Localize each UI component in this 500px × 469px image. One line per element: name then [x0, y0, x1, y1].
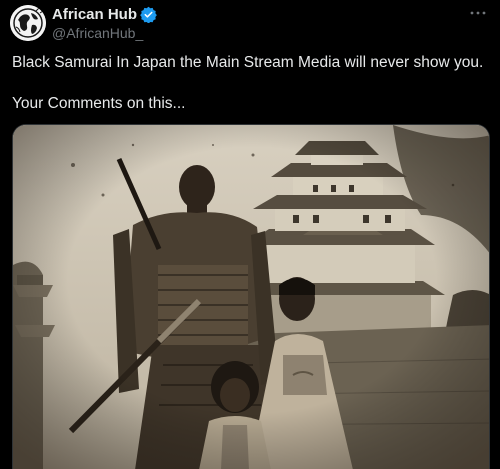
globe-avatar-icon	[10, 5, 46, 41]
tweet-photo[interactable]	[12, 124, 490, 469]
verified-badge-icon	[140, 6, 157, 23]
tweet-text-line-2: Your Comments on this...	[12, 95, 186, 112]
tweet-text: Black Samurai In Japan the Main Stream M…	[12, 52, 490, 114]
account-names: African Hub @AfricanHub_	[52, 4, 157, 41]
sepia-photo-illustration	[13, 125, 489, 469]
more-options-icon[interactable]	[468, 6, 488, 20]
tweet-card: African Hub @AfricanHub_ Black Samurai I…	[0, 0, 500, 469]
display-name-row: African Hub	[52, 4, 157, 24]
avatar[interactable]	[10, 5, 46, 41]
account-handle[interactable]: @AfricanHub_	[52, 25, 157, 41]
display-name[interactable]: African Hub	[52, 6, 137, 23]
tweet-text-line-1: Black Samurai In Japan the Main Stream M…	[12, 54, 484, 71]
tweet-header: African Hub @AfricanHub_	[10, 4, 490, 44]
